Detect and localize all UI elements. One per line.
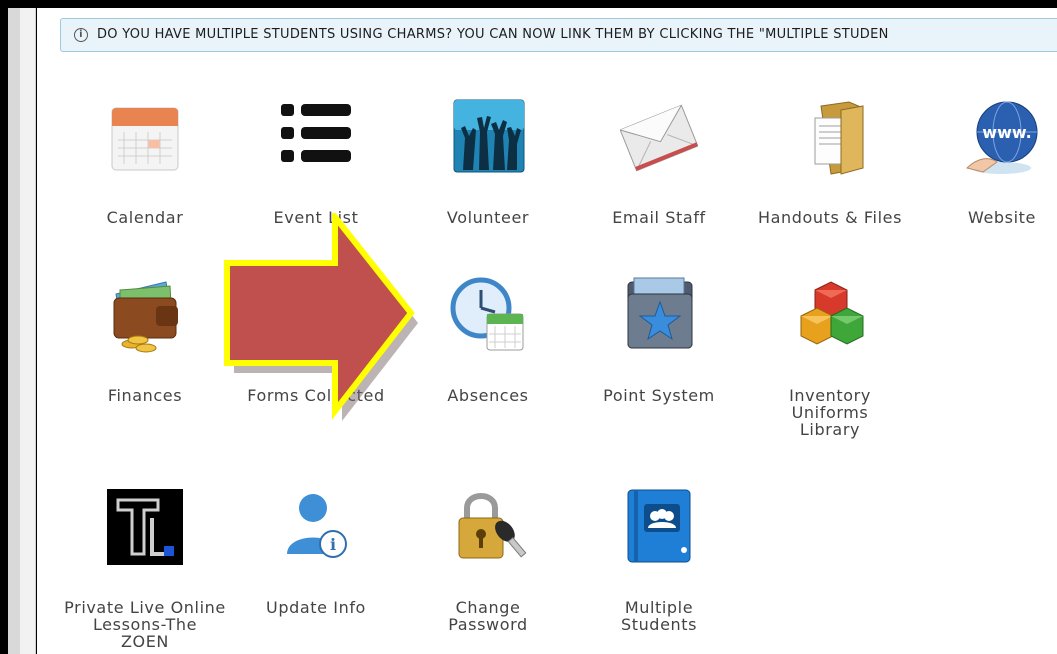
folder-icon xyxy=(814,101,864,175)
tile-private-live-online-lessons[interactable]: Private Live Online Lessons-The ZOEN xyxy=(59,488,231,651)
boxes-icon xyxy=(800,281,864,345)
svg-text:www.: www. xyxy=(982,123,1031,142)
tile-email-staff[interactable]: Email Staff xyxy=(573,98,745,228)
tile-finances[interactable]: Finances xyxy=(59,276,231,406)
tile-absences[interactable]: Absences xyxy=(402,276,574,406)
tile-update-info[interactable]: i Update Info xyxy=(230,488,402,618)
tile-inventory-uniforms-library[interactable]: Inventory Uniforms Library xyxy=(744,276,916,441)
calendar-icon xyxy=(111,107,179,171)
clock-calendar-icon xyxy=(450,277,524,351)
zoen-logo-icon xyxy=(107,489,183,565)
tile-point-system[interactable]: Point System xyxy=(573,276,745,406)
tile-label: Website xyxy=(968,208,1036,227)
tile-label: Private Live Online Lessons-The ZOEN xyxy=(64,598,226,651)
tile-label: Inventory Uniforms Library xyxy=(789,386,871,439)
tile-label: Calendar xyxy=(106,208,184,227)
tile-change-password[interactable]: Change Password xyxy=(402,488,574,638)
tile-label: Handouts & Files xyxy=(757,208,903,227)
tile-calendar[interactable]: Calendar xyxy=(59,98,231,228)
user-info-icon: i xyxy=(287,494,347,558)
globe-icon: www. xyxy=(966,101,1038,174)
tile-event-list[interactable]: Event List xyxy=(230,98,402,228)
list-icon xyxy=(281,104,351,162)
wallet-icon xyxy=(113,281,178,353)
tile-label: Multiple Students xyxy=(620,598,698,634)
notice-text: DO YOU HAVE MULTIPLE STUDENTS USING CHAR… xyxy=(97,27,889,42)
tile-label: Email Staff xyxy=(612,208,706,227)
tile-label: Update Info xyxy=(266,598,366,617)
left-scroll-gutter xyxy=(8,8,20,654)
tile-label: Absences xyxy=(447,386,529,405)
tile-label: Finances xyxy=(107,386,183,405)
volunteer-hands-icon xyxy=(453,99,525,173)
tile-label: Change Password xyxy=(448,598,528,634)
tile-label: Point System xyxy=(603,386,715,405)
tile-website[interactable]: www. Website xyxy=(916,98,1057,228)
highlight-arrow-overlay xyxy=(224,213,418,421)
svg-text:i: i xyxy=(330,535,336,554)
envelope-icon xyxy=(620,104,698,172)
screen: i DO YOU HAVE MULTIPLE STUDENTS USING CH… xyxy=(0,0,1057,654)
padlock-key-icon xyxy=(458,493,527,559)
tile-volunteer[interactable]: Volunteer xyxy=(402,98,574,228)
tile-handouts-files[interactable]: Handouts & Files xyxy=(744,98,916,228)
tile-multiple-students[interactable]: Multiple Students xyxy=(573,488,745,638)
info-icon: i xyxy=(74,28,88,42)
charms-main-page: i DO YOU HAVE MULTIPLE STUDENTS USING CH… xyxy=(37,8,1057,654)
group-book-icon xyxy=(627,489,691,563)
tile-label: Volunteer xyxy=(446,208,530,227)
multiple-students-notice: i DO YOU HAVE MULTIPLE STUDENTS USING CH… xyxy=(60,18,1057,52)
star-folder-icon xyxy=(627,277,693,349)
left-panel-edge xyxy=(20,8,36,654)
